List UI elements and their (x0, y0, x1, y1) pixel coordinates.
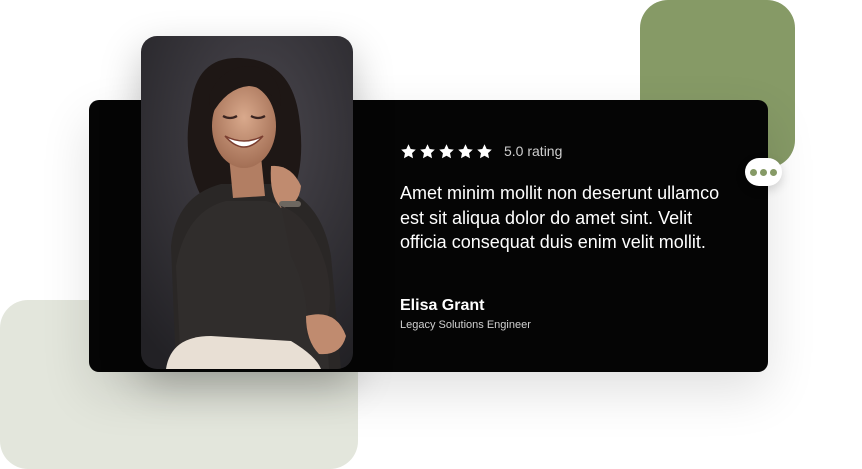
more-dots-icon (760, 168, 767, 176)
star-icon (439, 143, 454, 158)
author-photo (141, 36, 353, 369)
testimonial-quote: Amet minim mollit non deserunt ullamco e… (400, 183, 720, 252)
rating-row: 5.0 rating (400, 140, 562, 162)
author-name: Elisa Grant (400, 297, 485, 314)
star-icon (420, 143, 435, 158)
more-options-button[interactable] (745, 158, 782, 186)
star-icon (401, 143, 416, 158)
more-dots-icon (750, 168, 757, 176)
star-rating (400, 143, 493, 160)
rating-label: 5.0 rating (504, 143, 563, 159)
author-title: Legacy Solutions Engineer (400, 319, 531, 331)
star-icon (477, 143, 492, 158)
more-dots-icon (770, 168, 777, 176)
star-icon (458, 143, 473, 158)
